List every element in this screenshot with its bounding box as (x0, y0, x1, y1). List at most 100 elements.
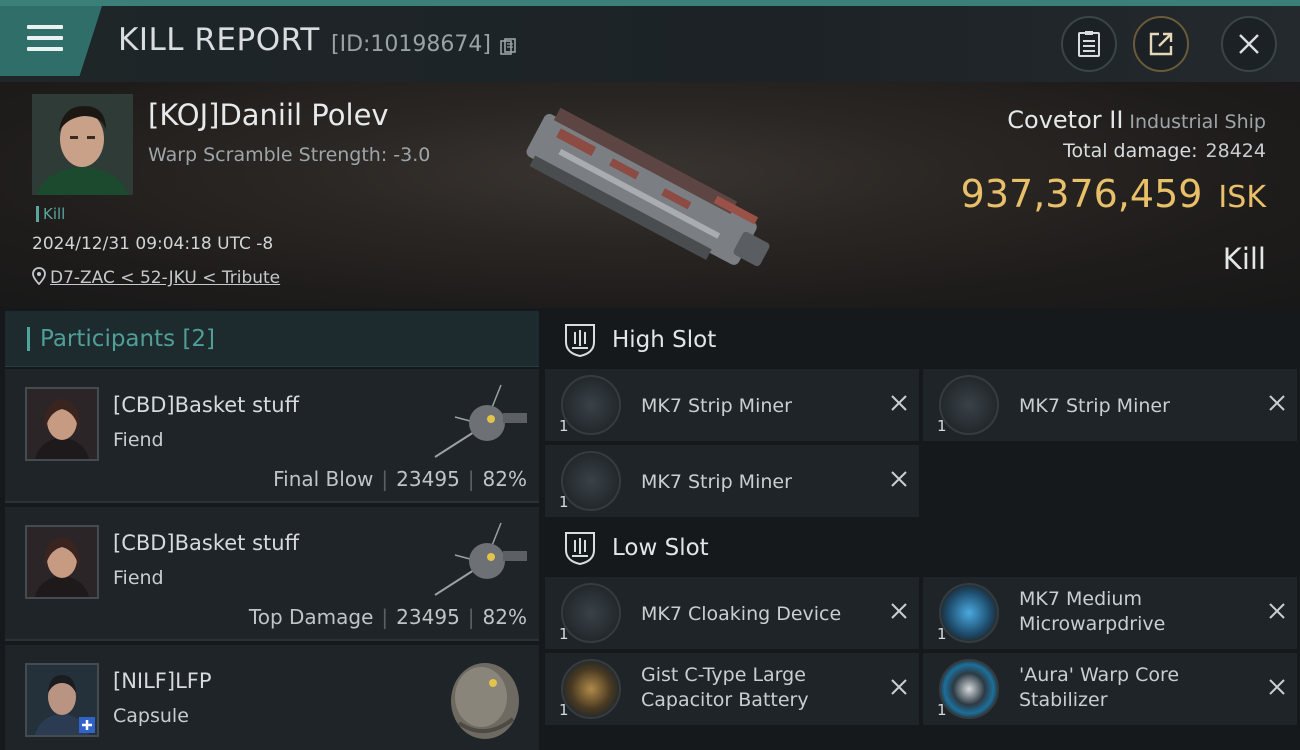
module-slot[interactable]: 1 MK7 Medium Microwarpdrive (923, 577, 1297, 649)
module-name: MK7 Strip Miner (641, 471, 792, 493)
share-icon (1149, 32, 1173, 56)
participant-role: Final Blow (273, 467, 374, 491)
victim-banner: [KOJ]Daniil Polev Warp Scramble Strength… (0, 82, 1300, 308)
participant-card[interactable]: [CBD]Basket stuff Fiend Top Damage | 23495… (5, 507, 539, 641)
participant-role: Top Damage (248, 605, 374, 629)
participant-percent: 82% (482, 605, 527, 629)
participant-avatar[interactable] (25, 663, 99, 737)
participant-avatar[interactable] (25, 525, 99, 599)
strip-miner-icon (561, 451, 621, 511)
warp-core-stabilizer-icon (939, 659, 999, 719)
module-slot[interactable]: 1 MK7 Strip Miner (545, 369, 919, 441)
participants-panel: Participants [2] [CBD]Basket stuff Fiend… (5, 311, 539, 750)
isk-value: 937,376,459 ISK (961, 172, 1266, 216)
module-slot[interactable]: 1 MK7 Strip Miner (545, 445, 919, 517)
stats-separator: | (467, 467, 475, 491)
module-slot[interactable]: 1 MK7 Strip Miner (923, 369, 1297, 441)
microwarpdrive-icon (939, 583, 999, 643)
participants-header-accent (27, 326, 30, 351)
high-slot-title: High Slot (612, 327, 717, 353)
menu-icon (27, 25, 63, 29)
participant-ship: Capsule (113, 705, 189, 727)
menu-button[interactable] (0, 6, 102, 76)
module-qty: 1 (559, 493, 569, 511)
participant-portrait-image (27, 665, 97, 735)
participant-card[interactable]: [NILF]LFP Capsule (5, 645, 539, 750)
close-icon (1239, 34, 1259, 54)
participants-header: Participants [2] (5, 311, 539, 367)
menu-icon-bar (27, 47, 63, 51)
participant-name[interactable]: [CBD]Basket stuff (113, 393, 299, 417)
participant-ship-image (434, 384, 527, 458)
clipboard-button[interactable] (1061, 16, 1117, 72)
destroyed-x-icon (1269, 603, 1285, 619)
victim-avatar[interactable] (32, 94, 133, 195)
stats-separator: | (467, 605, 475, 629)
participant-card[interactable]: [CBD]Basket stuff Fiend Final Blow | 23495… (5, 369, 539, 503)
participants-title: Participants [2] (40, 325, 215, 352)
location-text: D7-ZAC < 52-JKU < Tribute (50, 268, 281, 288)
fitting-panel: High Slot 1 MK7 Strip Miner 1 MK7 Strip … (543, 311, 1300, 750)
module-qty: 1 (559, 417, 569, 435)
module-qty: 1 (559, 701, 569, 719)
kill-timestamp: 2024/12/31 09:04:18 UTC -8 (32, 234, 274, 254)
low-slot-header[interactable]: Low Slot (543, 519, 1300, 577)
destroyed-x-icon (1269, 679, 1285, 695)
total-damage-value: 28424 (1205, 140, 1266, 162)
module-name: Gist C-Type Large Capacitor Battery (641, 664, 809, 711)
kill-tag: Kill (36, 206, 65, 222)
victim-portrait-image (32, 94, 133, 195)
menu-icon-bar (27, 36, 63, 40)
copy-icon[interactable] (500, 38, 516, 56)
victim-ship[interactable]: Covetor II Industrial Ship (1007, 106, 1266, 134)
module-qty: 1 (937, 417, 947, 435)
participant-stats: Top Damage | 23495 | 82% (249, 605, 527, 629)
ship-class: Industrial Ship (1129, 111, 1266, 133)
low-slot-icon (565, 532, 595, 566)
participant-ship-image (434, 522, 527, 596)
module-name: 'Aura' Warp Core Stabilizer (1019, 664, 1180, 711)
participant-portrait-image (27, 527, 97, 597)
module-qty: 1 (559, 625, 569, 643)
clipboard-icon (1078, 31, 1100, 57)
location-link[interactable]: D7-ZAC < 52-JKU < Tribute (32, 267, 280, 288)
module-qty: 1 (937, 625, 947, 643)
victim-name[interactable]: [KOJ]Daniil Polev (148, 98, 389, 132)
isk-unit: ISK (1218, 180, 1266, 215)
strip-miner-icon (939, 375, 999, 435)
module-slot[interactable]: 1 'Aura' Warp Core Stabilizer (923, 653, 1297, 725)
participant-name[interactable]: [NILF]LFP (113, 669, 212, 693)
participant-damage: 23495 (396, 605, 460, 629)
module-name: MK7 Medium Microwarpdrive (1019, 588, 1166, 635)
stats-separator: | (381, 605, 389, 629)
participant-ship: Fiend (113, 429, 164, 451)
destroyed-x-icon (891, 395, 907, 411)
module-slot[interactable]: 1 Gist C-Type Large Capacitor Battery (545, 653, 919, 725)
destroyed-x-icon (891, 603, 907, 619)
strip-miner-icon (561, 375, 621, 435)
total-damage-label: Total damage: (1063, 140, 1198, 162)
module-qty: 1 (937, 701, 947, 719)
cloaking-device-icon (561, 583, 621, 643)
close-button[interactable] (1221, 16, 1277, 72)
participant-ship: Fiend (113, 567, 164, 589)
isk-amount: 937,376,459 (960, 172, 1203, 216)
warp-scramble-strength: Warp Scramble Strength: -3.0 (148, 144, 431, 166)
stats-separator: | (381, 467, 389, 491)
capacitor-battery-icon (561, 659, 621, 719)
module-slot[interactable]: 1 MK7 Cloaking Device (545, 577, 919, 649)
destroyed-x-icon (891, 471, 907, 487)
total-damage: Total damage: 28424 (1063, 140, 1266, 162)
participant-avatar[interactable] (25, 387, 99, 461)
ship-name: Covetor II (1007, 106, 1124, 134)
module-name: MK7 Cloaking Device (641, 603, 842, 625)
share-button[interactable] (1133, 16, 1189, 72)
report-id: [ID:10198674] (331, 32, 491, 57)
low-slot-title: Low Slot (612, 535, 709, 561)
result-label: Kill (1222, 242, 1266, 276)
high-slot-header[interactable]: High Slot (543, 311, 1300, 369)
capsule-image (451, 663, 519, 739)
high-slot-icon (565, 324, 595, 358)
participant-name[interactable]: [CBD]Basket stuff (113, 531, 299, 555)
participant-percent: 82% (482, 467, 527, 491)
